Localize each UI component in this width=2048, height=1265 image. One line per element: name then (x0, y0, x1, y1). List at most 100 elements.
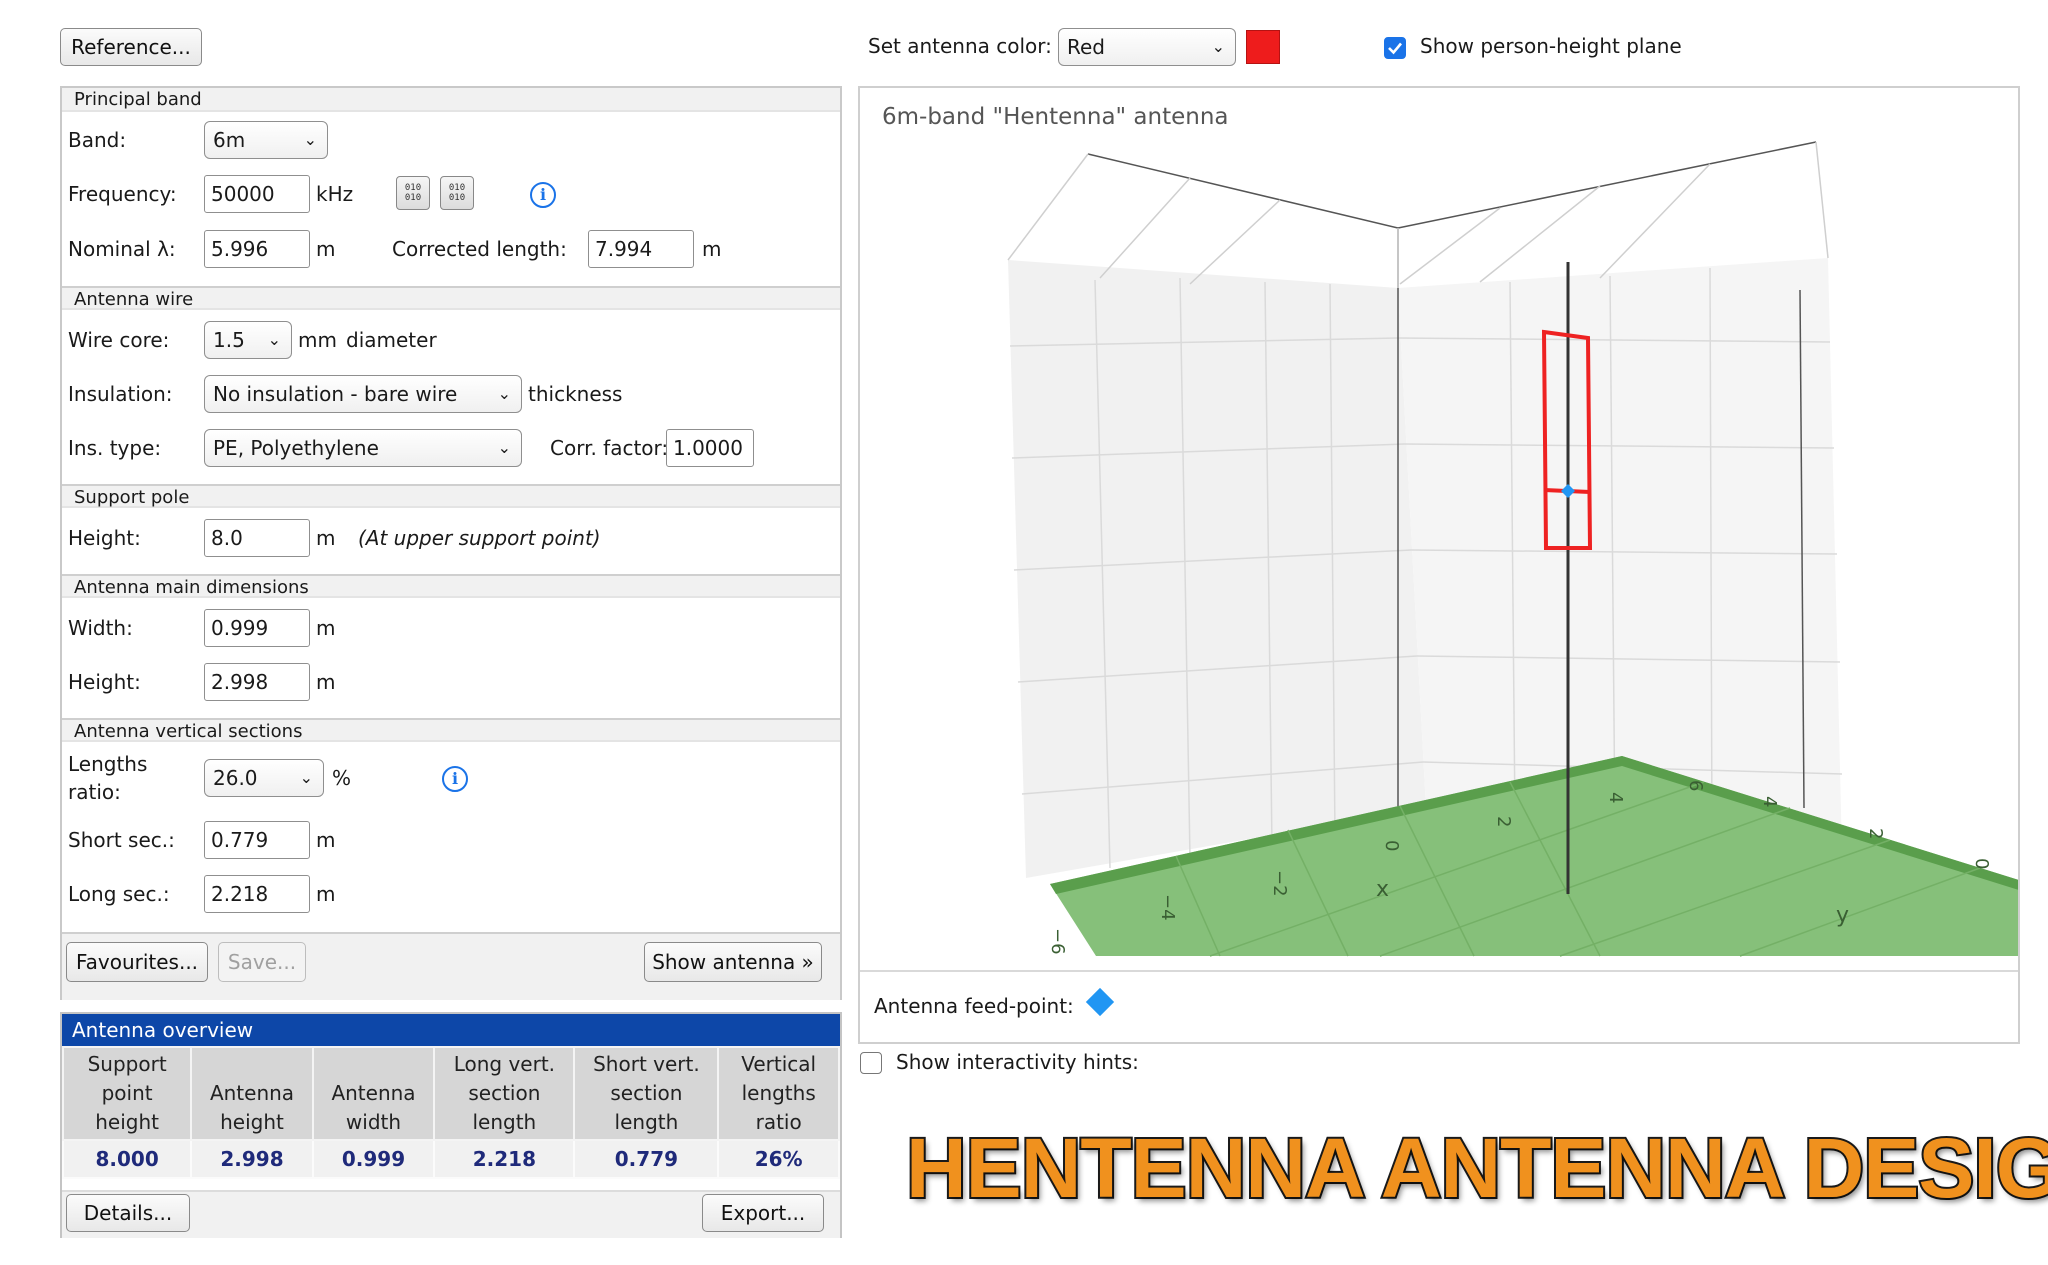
y-axis-label: y (1836, 903, 1849, 928)
value-support-point-height: 8.000 (61, 1139, 193, 1179)
x-tick: 4 (1605, 792, 1626, 803)
frequency-input[interactable]: 50000 (204, 175, 310, 213)
dim-height-label: Height: (68, 670, 141, 694)
x-tick: −4 (1157, 894, 1178, 921)
chevron-down-icon: ⌄ (497, 438, 511, 457)
export-button[interactable]: Export... (702, 1194, 824, 1232)
support-pole-heading: Support pole (62, 484, 840, 508)
header-line: section (610, 1081, 683, 1105)
x-tick: 6 (1685, 780, 1706, 791)
decimal-convert-icon[interactable]: 010 010 (396, 176, 430, 210)
favourites-button[interactable]: Favourites... (66, 942, 208, 982)
header-antenna-width: Antenna width (311, 1046, 436, 1141)
save-button[interactable]: Save... (218, 942, 306, 982)
chevron-down-icon: ⌄ (1211, 37, 1225, 56)
short-section-input[interactable]: 0.779 (204, 821, 310, 859)
x-tick: 0 (1381, 840, 1402, 851)
header-line: Antenna (331, 1081, 416, 1105)
long-section-label: Long sec.: (68, 882, 170, 906)
band-value: 6m (213, 128, 246, 152)
ins-type-label: Ins. type: (68, 436, 162, 460)
insulation-select[interactable]: No insulation - bare wire ⌄ (204, 375, 522, 413)
antenna-color-swatch[interactable] (1246, 30, 1280, 64)
overview-title: Antenna overview (62, 1014, 840, 1046)
insulation-label: Insulation: (68, 382, 173, 406)
wire-core-value: 1.5 (213, 328, 245, 352)
antenna-wire-heading: Antenna wire (62, 286, 840, 310)
pole-height-unit: m (316, 526, 336, 550)
y-tick: 4 (1759, 796, 1780, 807)
feed-point-label: Antenna feed-point: (874, 994, 1074, 1018)
ratio-value: 26.0 (213, 766, 258, 790)
dim-height-unit: m (316, 670, 336, 694)
header-vertical-lengths-ratio: Vertical lengths ratio (717, 1046, 840, 1141)
ratio-select[interactable]: 26.0 ⌄ (204, 759, 324, 797)
x-tick: 2 (1493, 816, 1514, 827)
corr-factor-input[interactable]: 1.0000 (666, 429, 754, 467)
binary-convert-icon[interactable]: 010 010 (440, 176, 474, 210)
ratio-info-icon[interactable]: i (442, 766, 468, 792)
details-button[interactable]: Details... (66, 1194, 190, 1232)
header-line: section (468, 1081, 541, 1105)
antenna-3d-plot[interactable]: −6 −4 −2 0 2 4 6 4 2 0 −2 x y (860, 88, 2018, 968)
y-tick: 2 (1865, 828, 1886, 839)
pole-height-input[interactable]: 8.0 (204, 519, 310, 557)
value-vertical-ratio: 26% (717, 1139, 840, 1179)
feed-point-legend-icon (1085, 987, 1115, 1017)
ratio-unit: % (332, 766, 352, 790)
corrected-length-unit: m (702, 237, 722, 261)
band-label: Band: (68, 128, 127, 152)
interactivity-hints-label: Show interactivity hints: (896, 1050, 1139, 1074)
wire-core-unit: mm (298, 328, 337, 352)
overview-values-row: 8.000 2.998 0.999 2.218 0.779 26% (61, 1139, 840, 1179)
ins-type-value: PE, Polyethylene (213, 436, 379, 460)
person-plane-checkbox[interactable] (1384, 37, 1406, 59)
header-line: ratio (755, 1110, 802, 1134)
header-line: lengths (741, 1081, 816, 1105)
frequency-info-icon[interactable]: i (530, 182, 556, 208)
wire-core-suffix: diameter (346, 328, 437, 352)
back-wall-left (1008, 260, 1426, 878)
reference-button[interactable]: Reference... (60, 28, 202, 66)
x-tick: −6 (1047, 928, 1068, 955)
corrected-length-input[interactable]: 7.994 (588, 230, 694, 268)
corr-factor-label: Corr. factor: (550, 436, 669, 460)
interactivity-hints-checkbox[interactable] (860, 1052, 882, 1074)
frequency-label: Frequency: (68, 182, 177, 206)
design-banner-title: HENTENNA ANTENNA DESIGN (904, 1119, 2048, 1217)
y-tick: 0 (1971, 858, 1992, 869)
overview-table: Support point height Antenna height Ante… (61, 1046, 840, 1179)
wire-core-select[interactable]: 1.5 ⌄ (204, 321, 292, 359)
show-antenna-button[interactable]: Show antenna » (644, 942, 822, 982)
antenna-color-label: Set antenna color: (868, 34, 1052, 58)
ratio-label-line1: Lengths (68, 752, 148, 776)
width-input[interactable]: 0.999 (204, 609, 310, 647)
antenna-3d-view-panel: 6m-band "Hentenna" antenna −6 −4 −2 0 2 … (858, 86, 2020, 1044)
band-select[interactable]: 6m ⌄ (204, 121, 328, 159)
dim-height-input[interactable]: 2.998 (204, 663, 310, 701)
main-dimensions-heading: Antenna main dimensions (62, 574, 840, 598)
header-line: Antenna (209, 1081, 295, 1105)
overview-header-row: Support point height Antenna height Ante… (61, 1046, 840, 1141)
check-icon (1388, 42, 1402, 55)
value-antenna-width: 0.999 (311, 1139, 436, 1179)
nominal-wavelength-input[interactable]: 5.996 (204, 230, 310, 268)
value-antenna-height: 2.998 (190, 1139, 314, 1179)
insulation-suffix: thickness (528, 382, 623, 406)
long-section-unit: m (316, 882, 336, 906)
antenna-color-select[interactable]: Red ⌄ (1058, 28, 1236, 66)
ins-type-select[interactable]: PE, Polyethylene ⌄ (204, 429, 522, 467)
header-line: Support (87, 1052, 167, 1076)
header-short-vert-section: Short vert. section length (573, 1046, 720, 1141)
header-long-vert-section: Long vert. section length (433, 1046, 576, 1141)
long-section-input[interactable]: 2.218 (204, 875, 310, 913)
header-line: Short vert. (593, 1052, 700, 1076)
header-line: length (472, 1110, 537, 1134)
insulation-value: No insulation - bare wire (213, 382, 458, 406)
short-section-unit: m (316, 828, 336, 852)
antenna-color-value: Red (1067, 35, 1105, 59)
header-antenna-height: Antenna height (190, 1046, 314, 1141)
antenna-settings-panel: Principal band Band: 6m ⌄ Frequency: 500… (60, 86, 842, 1000)
value-long-vert-section: 2.218 (433, 1139, 576, 1179)
header-line: point (101, 1081, 153, 1105)
